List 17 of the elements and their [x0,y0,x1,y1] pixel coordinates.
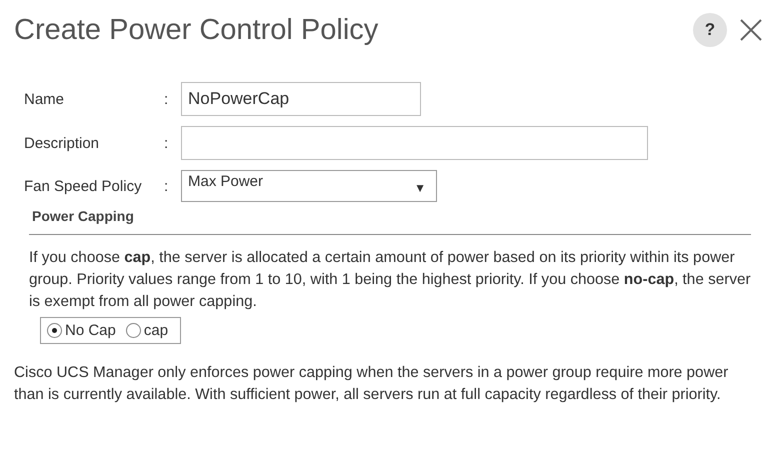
field-label: Fan Speed Policy [24,178,143,194]
radio-option[interactable]: cap [126,322,168,339]
colon: : [164,134,170,152]
dialog-title: Create Power Control Policy [14,14,378,46]
section-title: Power Capping [31,208,135,224]
radio-option[interactable]: No Cap [47,322,116,339]
help-button[interactable]: ? [693,13,727,47]
field-label: Name [24,90,66,108]
note-text: Cisco UCS Manager only enforces power capping when the servers in a power group require more power than is currently available. With sufficient power, all servers run at full capacity regardless of their priority. [14,363,730,405]
colon: : [164,90,170,108]
field-label: Description [24,134,100,152]
colon: : [164,178,170,194]
text-field[interactable] [181,126,648,160]
dropdown[interactable]: Max Power ▼ [181,170,437,202]
section-description: If you choose cap, the server is allocated a certain amount of power based on its priority within its power group. Priority values range from 1 to 10, with 1 being the highest priority. If you choose no-cap, the server is exempt from all power capping. [29,248,752,312]
close-icon[interactable] [739,18,763,42]
text-field[interactable]: NoPowerCap [181,82,421,116]
